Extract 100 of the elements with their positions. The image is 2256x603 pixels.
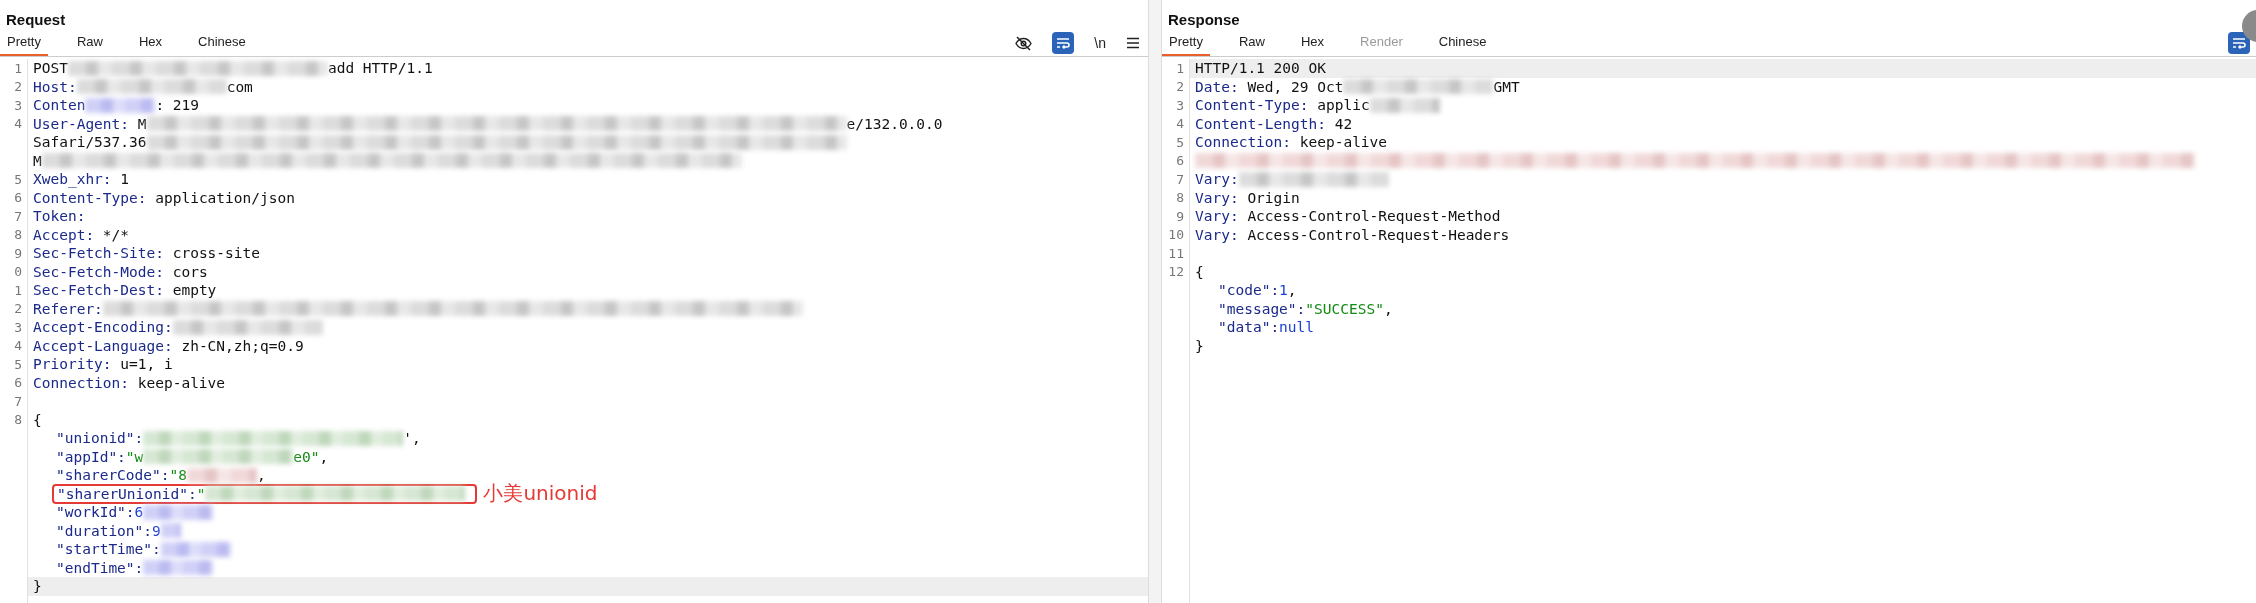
- code-text: keep-alive: [136, 374, 226, 391]
- panel-title: Request: [6, 11, 66, 30]
- line-number: 9: [14, 245, 22, 261]
- code-text: "startTime":: [56, 541, 161, 558]
- code-text: com: [226, 78, 253, 95]
- eye-slash-icon[interactable]: [1015, 35, 1033, 51]
- line-number: 8: [14, 412, 22, 428]
- line-number: 8: [14, 227, 22, 243]
- code-text: 1: [1279, 282, 1288, 299]
- blurred-text: [186, 467, 257, 483]
- code-text: Sec-Fetch-Mode:: [33, 263, 164, 280]
- line-number: 1: [14, 60, 22, 76]
- code-text: HTTP/1.1 200 OK: [1195, 60, 1326, 77]
- code-text: Access-Control-Request-Method: [1246, 208, 1501, 225]
- code-text: keep-alive: [1298, 134, 1388, 151]
- line-number: 5: [14, 171, 22, 187]
- line-number: 6: [14, 190, 22, 206]
- code-text: User-Agent:: [33, 115, 130, 132]
- code-text: "sharerUnionid":: [57, 485, 197, 502]
- code-text: }: [33, 578, 42, 595]
- code-text: Vary:: [1195, 189, 1239, 206]
- code-text: e/132.0.0.0: [846, 115, 943, 132]
- code-text: POST: [33, 60, 68, 77]
- code-text: M: [33, 152, 42, 169]
- line-number: 9: [1176, 208, 1184, 224]
- code-text: "message":: [1218, 300, 1306, 317]
- code-text: Vary:: [1195, 171, 1239, 188]
- code-text: Content-Type:: [1195, 97, 1309, 114]
- code-text: Token:: [33, 208, 86, 225]
- code-text: M: [136, 115, 147, 132]
- code-text: "data":: [1218, 319, 1280, 336]
- code-text: add HTTP/1.1: [327, 60, 433, 77]
- code-text: 9: [152, 522, 161, 539]
- code-text: {: [33, 411, 42, 428]
- code-text: Referer:: [33, 300, 103, 317]
- annotation-note: 小美unionid: [483, 480, 598, 508]
- code-text: "w: [125, 448, 144, 465]
- newline-toggle[interactable]: \n: [1094, 35, 1106, 51]
- wrap-icon[interactable]: [2228, 32, 2250, 54]
- line-number: 7: [1176, 171, 1184, 187]
- line-number: 4: [14, 116, 22, 132]
- line-number: 2: [14, 301, 22, 317]
- menu-icon[interactable]: [1126, 37, 1140, 49]
- view-tab[interactable]: Pretty: [1162, 30, 1210, 56]
- code-text: {: [1195, 263, 1204, 280]
- code-text: Vary:: [1195, 226, 1239, 243]
- line-number: 1: [1176, 60, 1184, 76]
- code-text: null: [1279, 319, 1315, 336]
- code-text: Xweb_xhr:: [33, 171, 112, 188]
- code-text: 42: [1333, 115, 1353, 132]
- line-number: 8: [1176, 190, 1184, 206]
- code-text: Safari/537.36: [33, 134, 147, 151]
- code-text: Accept:: [33, 226, 95, 243]
- blurred-text: [160, 523, 181, 539]
- code-text: : 219: [155, 97, 200, 114]
- code-text: Connection:: [33, 374, 130, 391]
- line-number: 6: [14, 375, 22, 391]
- line-number: 3: [14, 97, 22, 113]
- view-tab[interactable]: Hex: [1294, 30, 1332, 56]
- line-number: 12: [1168, 264, 1184, 280]
- blurred-text: [143, 504, 214, 520]
- line-number: 5: [1176, 134, 1184, 150]
- code-text: Host:: [33, 78, 77, 95]
- line-number: 3: [14, 319, 22, 335]
- view-tab[interactable]: Raw: [69, 30, 110, 56]
- code-text: ,: [1383, 300, 1393, 317]
- blurred-text: [160, 541, 231, 557]
- code-text: ": [196, 485, 206, 502]
- code-text: "duration":: [56, 522, 153, 539]
- code-text: Accept-Language:: [33, 337, 173, 354]
- view-tab[interactable]: Chinese: [191, 30, 253, 56]
- panel-title: Response: [1168, 11, 1240, 30]
- code-text: cross-site: [171, 245, 260, 262]
- code-text: "SUCCESS": [1305, 300, 1384, 317]
- wrap-icon[interactable]: [1052, 32, 1075, 54]
- view-tab[interactable]: Hex: [132, 30, 170, 56]
- code-text: Wed, 29 Oct: [1246, 78, 1344, 95]
- code-text: 6: [134, 504, 144, 521]
- view-tab[interactable]: Pretty: [0, 30, 48, 56]
- line-number: 10: [1168, 227, 1184, 243]
- code-text: cors: [171, 263, 208, 280]
- line-number: 3: [1176, 97, 1184, 113]
- code-text: Vary:: [1195, 208, 1239, 225]
- code-text: "code":: [1218, 282, 1280, 299]
- view-tab[interactable]: Chinese: [1431, 30, 1494, 56]
- code-text: Priority:: [33, 356, 112, 373]
- code-text: "sharerCode":: [56, 467, 170, 484]
- blurred-text: [85, 97, 156, 113]
- code-text: applic: [1316, 97, 1370, 114]
- line-number: 4: [1176, 116, 1184, 132]
- code-text: }: [1195, 337, 1204, 354]
- line-number: 0: [14, 264, 22, 280]
- line-number: 4: [14, 338, 22, 354]
- view-tab[interactable]: Raw: [1231, 30, 1272, 56]
- code-text: ',: [403, 430, 421, 447]
- code-text: ,: [1287, 282, 1297, 299]
- line-number: 6: [1176, 153, 1184, 169]
- code-text: GMT: [1493, 78, 1520, 95]
- code-text: "appId":: [56, 448, 126, 465]
- code-text: Connection:: [1195, 134, 1292, 151]
